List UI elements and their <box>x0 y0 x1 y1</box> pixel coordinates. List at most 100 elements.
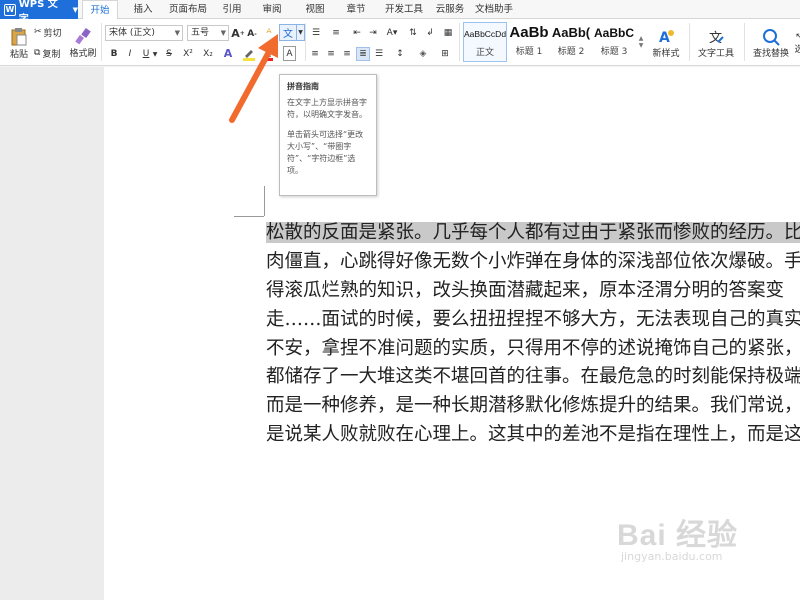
chevron-up-icon: ▲ <box>638 35 644 42</box>
underline-dropdown[interactable]: ▼ <box>151 47 159 61</box>
document-body[interactable]: 松散的反面是紧张。几乎每个人都有过由于紧张而惨败的经历。比 肉僵直，心跳得好像无… <box>266 219 800 450</box>
align-center-button[interactable]: ≡ <box>324 47 338 61</box>
find-replace-button[interactable]: 查找替换 <box>747 23 795 63</box>
line-text: 不安，拿捏不准问题的实质，只得用不停的述说掩饰自己的紧张， <box>266 337 800 359</box>
tab-doc-assistant[interactable]: 文档助手 <box>472 0 516 19</box>
justify-icon: ≣ <box>359 49 367 59</box>
tooltip-description: 在文字上方显示拼音字符，以明确文字发音。 <box>287 98 367 119</box>
text-line: 而是一种修养，是一种长期潜移默化修炼提升的结果。我们常说， <box>266 392 800 421</box>
format-painter-button[interactable]: 格式刷 <box>68 23 98 63</box>
show-marks-button[interactable]: ↲ <box>423 26 437 40</box>
phonetic-dropdown-button[interactable]: ▼ <box>297 24 305 41</box>
chevron-down-icon: ▼ <box>174 29 180 37</box>
sort-button[interactable]: ⇅ <box>406 26 420 40</box>
tab-cloud[interactable]: 云服务 <box>432 0 468 19</box>
numbered-list-button[interactable]: ≡ <box>328 26 344 40</box>
group-divider <box>305 23 306 61</box>
shading-button[interactable]: ◈ <box>414 47 432 61</box>
line-text: 而是一种修养，是一种长期潜移默化修炼提升的结果。我们常说， <box>266 395 800 417</box>
new-style-label: 新样式 <box>652 48 680 59</box>
line-text: 都储存了一大堆这类不堪回首的往事。在最危急的时刻能保持极端 <box>266 366 800 388</box>
text-line: 都储存了一大堆这类不堪回首的往事。在最危急的时刻能保持极端 <box>266 363 800 392</box>
superscript-button[interactable]: X² <box>180 47 196 61</box>
style-sample: AaBb( <box>551 25 591 40</box>
font-size-value: 五号 <box>191 28 210 38</box>
search-icon <box>763 28 780 46</box>
style-name: 标题 3 <box>600 47 628 57</box>
watermark: Bai 经验 jingyan.baidu.com <box>617 510 738 563</box>
tab-references[interactable]: 引用 <box>218 0 246 19</box>
style-name: 标题 2 <box>557 47 585 57</box>
select-button[interactable]: ↖ 选 <box>792 23 800 63</box>
text-tools-label: 文字工具 <box>697 48 734 59</box>
strikethrough-button[interactable]: S <box>163 47 175 61</box>
bullet-list-button[interactable]: ☰ <box>308 26 324 40</box>
align-right-icon: ≡ <box>343 49 351 59</box>
group-divider <box>689 23 690 61</box>
subscript-button[interactable]: X₂ <box>200 47 216 61</box>
app-menu-button[interactable]: W WPS 文字 ▼ <box>0 0 78 25</box>
group-divider <box>744 23 745 61</box>
align-right-button[interactable]: ≡ <box>340 47 354 61</box>
indent-icon: ⇥ <box>369 28 377 38</box>
line-text: 是说某人败就败在心理上。这其中的差池不是指在理性上，而是这 <box>266 424 800 446</box>
styles-scroll[interactable]: ▲ ▼ <box>637 23 645 61</box>
font-name-select[interactable]: 宋体 (正文) ▼ <box>105 25 183 41</box>
chevron-down-icon: ▼ <box>72 5 78 14</box>
cut-button[interactable]: ✂ 剪切 <box>34 25 62 39</box>
bold-button[interactable]: B <box>108 47 120 61</box>
style-heading-1[interactable]: AaBb 标题 1 <box>509 22 549 62</box>
brush-icon <box>75 27 91 44</box>
clipboard-icon <box>11 28 27 46</box>
annotation-arrow-icon <box>229 34 278 123</box>
new-style-icon: A <box>659 29 674 46</box>
tab-home[interactable]: 开始 <box>82 0 118 19</box>
distribute-button[interactable]: ☰ <box>372 47 386 61</box>
align-left-button[interactable]: ≡ <box>308 47 322 61</box>
style-normal[interactable]: AaBbCcDd 正文 <box>463 22 507 62</box>
line-text: 走……面试的时候，要么扭扭捏捏不够大方，无法表现自己的真实 <box>266 308 800 330</box>
distribute-icon: ☰ <box>374 49 384 59</box>
watermark-url: jingyan.baidu.com <box>621 550 723 563</box>
line-text: 肉僵直，心跳得好像无数个小炸弹在身体的深浅部位依次爆破。手 <box>266 250 800 272</box>
paste-button[interactable]: 粘贴 <box>6 23 32 63</box>
font-name-value: 宋体 (正文) <box>109 28 155 38</box>
watermark-brand: Bai 经验 <box>617 519 739 552</box>
borders-button[interactable]: ⊞ <box>436 47 454 61</box>
bullet-list-icon: ☰ <box>311 28 321 38</box>
text-tools-button[interactable]: 文 文字工具 <box>692 23 740 63</box>
text-line: 走……面试的时候，要么扭扭捏捏不够大方，无法表现自己的真实 <box>266 306 800 335</box>
justify-button[interactable]: ≣ <box>356 47 370 61</box>
align-center-icon: ≡ <box>327 49 335 59</box>
tab-insert[interactable]: 插入 <box>127 0 159 19</box>
selected-text: 松散的反面是紧张。几乎每个人都有过由于紧张而惨败的经历。比 <box>266 222 800 243</box>
group-divider <box>459 23 460 61</box>
table-button[interactable]: ▦ <box>441 26 455 40</box>
line-spacing-button[interactable]: ↕ <box>392 47 408 61</box>
tooltip-hint: 单击箭头可选择“更改大小写”、“带圈字符”、“字符边框”选项。 <box>287 130 364 175</box>
tab-developer[interactable]: 开发工具 <box>382 0 426 19</box>
italic-button[interactable]: I <box>124 47 136 61</box>
paragraph-mark-icon: ↲ <box>426 28 434 38</box>
paint-bucket-icon: ◈ <box>419 49 427 59</box>
tab-sections[interactable]: 章节 <box>342 0 370 19</box>
tab-page-layout[interactable]: 页面布局 <box>166 0 210 19</box>
text-tools-icon: 文 <box>709 31 724 46</box>
border-icon: ⊞ <box>441 49 449 59</box>
line-text: 得滚瓜烂熟的知识，改头换面潜藏起来，原本泾渭分明的答案变 <box>266 279 785 301</box>
align-left-icon: ≡ <box>311 49 319 59</box>
style-heading-3[interactable]: AaBbC 标题 3 <box>593 22 635 62</box>
phonetic-tooltip: 拼音指南 在文字上方显示拼音字符，以明确文字发音。 单击箭头可选择“更改大小写”… <box>279 74 377 196</box>
copy-button[interactable]: ⧉ 复制 <box>34 46 60 60</box>
text-line: 不安，拿捏不准问题的实质，只得用不停的述说掩饰自己的紧张， <box>266 335 800 364</box>
tab-view[interactable]: 视图 <box>301 0 329 19</box>
tab-review[interactable]: 审阅 <box>258 0 286 19</box>
new-style-button[interactable]: A 新样式 <box>648 23 684 63</box>
style-heading-2[interactable]: AaBb( 标题 2 <box>551 22 591 62</box>
chinese-layout-button[interactable]: A▾ <box>383 26 401 40</box>
increase-indent-button[interactable]: ⇥ <box>366 26 380 40</box>
decrease-indent-button[interactable]: ⇤ <box>350 26 364 40</box>
copy-icon: ⧉ <box>34 48 41 58</box>
select-label: 选 <box>794 44 800 55</box>
numbered-list-icon: ≡ <box>332 28 340 38</box>
